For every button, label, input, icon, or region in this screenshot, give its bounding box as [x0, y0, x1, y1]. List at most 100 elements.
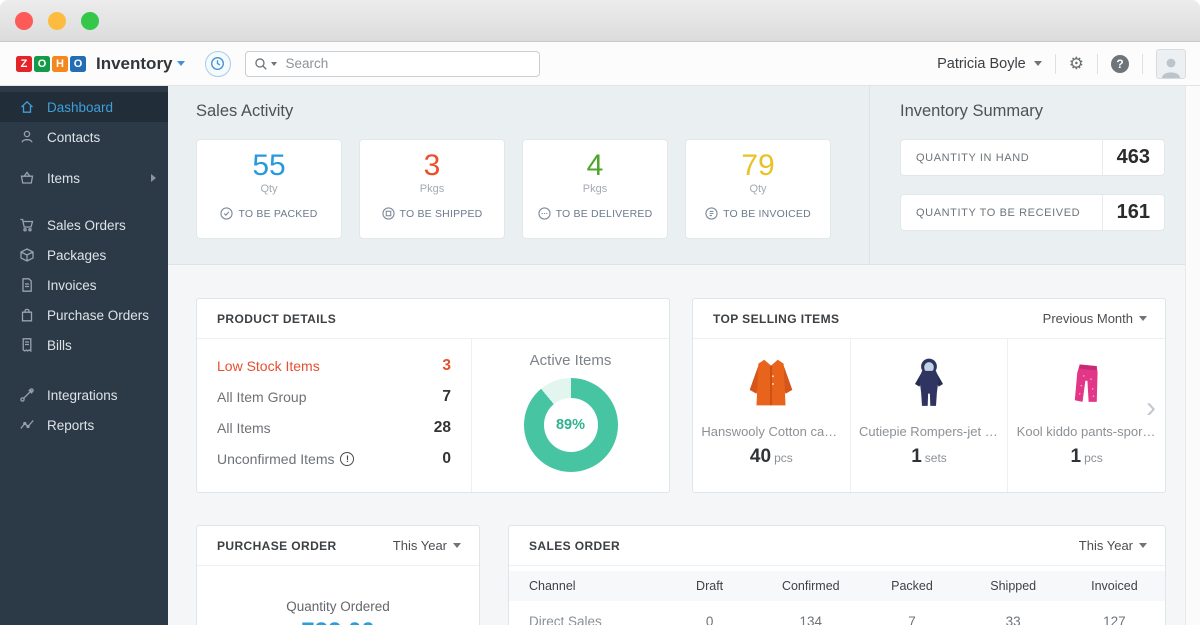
item-name: Kool kiddo pants-sport... — [1017, 424, 1157, 439]
sidebar-item-purchase-orders[interactable]: Purchase Orders — [0, 300, 168, 330]
inventory-summary-title: Inventory Summary — [900, 102, 1165, 121]
maximize-window-button[interactable] — [81, 12, 99, 30]
delivery-circle-icon — [538, 207, 551, 220]
card-label-row: TO BE INVOICED — [686, 207, 830, 220]
zoho-logo[interactable]: Z O H O — [16, 56, 88, 72]
minimize-window-button[interactable] — [48, 12, 66, 30]
logo-letter: H — [52, 56, 68, 72]
home-icon — [19, 99, 35, 115]
card-unit: Qty — [686, 183, 830, 195]
active-items-label: Active Items — [472, 352, 669, 369]
sidebar-item-dashboard[interactable]: Dashboard — [0, 92, 168, 122]
avatar[interactable] — [1156, 49, 1186, 79]
help-icon[interactable]: ? — [1111, 55, 1129, 73]
box-icon — [19, 247, 35, 263]
logo-letter: O — [70, 56, 86, 72]
table-row[interactable]: Direct Sales 0 134 7 33 127 — [509, 601, 1165, 625]
to-be-delivered-card[interactable]: 4 Pkgs TO BE DELIVERED — [522, 139, 668, 239]
sidebar-item-packages[interactable]: Packages — [0, 240, 168, 270]
chevron-down-icon — [1139, 316, 1147, 321]
sidebar-item-integrations[interactable]: Integrations — [0, 380, 168, 410]
to-be-packed-card[interactable]: 55 Qty TO BE PACKED — [196, 139, 342, 239]
divider — [1097, 54, 1098, 74]
unconfirmed-items-row[interactable]: Unconfirmed Items ! 0 — [217, 443, 451, 474]
basket-icon — [19, 170, 35, 186]
inventory-row-label: QUANTITY IN HAND — [916, 152, 1102, 164]
sidebar-item-reports[interactable]: Reports — [0, 410, 168, 440]
column-header: Confirmed — [760, 579, 861, 593]
person-icon — [19, 129, 35, 145]
sidebar-item-label: Sales Orders — [47, 218, 126, 233]
main-content: Sales Activity 55 Qty TO BE PACKED 3 — [168, 86, 1185, 625]
sidebar-item-label: Packages — [47, 248, 106, 263]
purchase-order-period-dropdown[interactable]: This Year — [393, 538, 461, 553]
low-stock-items-row[interactable]: Low Stock Items 3 — [217, 350, 451, 381]
top-selling-item[interactable]: Kool kiddo pants-sport... 1pcs — [1007, 339, 1165, 492]
info-icon[interactable]: ! — [340, 452, 354, 466]
top-selling-title: TOP SELLING ITEMS — [713, 312, 839, 326]
app-name: Inventory — [96, 54, 173, 74]
quantity-in-hand-row[interactable]: QUANTITY IN HAND 463 — [900, 139, 1165, 176]
sales-order-table-header: Channel Draft Confirmed Packed Shipped I… — [509, 571, 1165, 601]
all-item-group-row[interactable]: All Item Group 7 — [217, 381, 451, 412]
sidebar-item-label: Items — [47, 171, 80, 186]
search-input[interactable] — [245, 51, 540, 77]
sidebar-item-items[interactable]: Items — [0, 163, 168, 193]
donut-percent: 89% — [544, 398, 598, 452]
logo-letter: Z — [16, 56, 32, 72]
card-value: 3 — [360, 150, 504, 182]
sidebar-item-sales-orders[interactable]: Sales Orders — [0, 210, 168, 240]
sidebar-item-bills[interactable]: Bills — [0, 330, 168, 360]
item-quantity: 1sets — [911, 446, 947, 468]
sales-activity-title: Sales Activity — [196, 102, 869, 121]
card-value: 79 — [686, 150, 830, 182]
sales-order-period-dropdown[interactable]: This Year — [1079, 538, 1147, 553]
quantity-to-be-received-row[interactable]: QUANTITY TO BE RECEIVED 161 — [900, 194, 1165, 231]
top-selling-period-dropdown[interactable]: Previous Month — [1043, 311, 1147, 326]
product-details-panel: PRODUCT DETAILS Low Stock Items 3 All It… — [196, 298, 670, 493]
item-name: Cutiepie Rompers-jet b.. — [859, 424, 999, 439]
sidebar-item-contacts[interactable]: Contacts — [0, 122, 168, 152]
sidebar-item-label: Dashboard — [47, 100, 113, 115]
chevron-down-icon — [1139, 543, 1147, 548]
user-caret-icon[interactable] — [1034, 61, 1042, 66]
chevron-down-icon[interactable] — [177, 61, 185, 66]
card-unit: Qty — [197, 183, 341, 195]
sidebar-item-label: Integrations — [47, 388, 118, 403]
search-box — [245, 51, 540, 77]
cell-shipped: 33 — [963, 614, 1064, 625]
gear-icon[interactable]: ⚙ — [1069, 55, 1084, 72]
cart-icon — [19, 217, 35, 233]
recent-activity-icon[interactable] — [205, 51, 231, 77]
sales-activity-section: Sales Activity 55 Qty TO BE PACKED 3 — [168, 86, 870, 264]
user-menu[interactable]: Patricia Boyle — [937, 56, 1026, 72]
quantity-ordered-label: Quantity Ordered — [197, 599, 479, 614]
invoice-circle-icon — [705, 207, 718, 220]
top-selling-items-panel: TOP SELLING ITEMS Previous Month — [692, 298, 1166, 493]
item-name: Hanswooly Cotton cas... — [701, 424, 841, 439]
to-be-invoiced-card[interactable]: 79 Qty TO BE INVOICED — [685, 139, 831, 239]
sidebar-item-invoices[interactable]: Invoices — [0, 270, 168, 300]
quantity-ordered-value: 732.00 — [197, 618, 479, 625]
card-label-row: TO BE DELIVERED — [523, 207, 667, 220]
scrollbar[interactable] — [1185, 86, 1200, 625]
carousel-next-icon[interactable]: › — [1146, 393, 1156, 423]
chevron-down-icon — [453, 543, 461, 548]
row-label: All Item Group — [217, 389, 306, 405]
sidebar-item-label: Reports — [47, 418, 94, 433]
close-window-button[interactable] — [15, 12, 33, 30]
search-icon[interactable] — [254, 57, 277, 71]
check-circle-icon — [220, 207, 233, 220]
column-header: Packed — [861, 579, 962, 593]
row-label: Low Stock Items — [217, 358, 320, 374]
to-be-shipped-card[interactable]: 3 Pkgs TO BE SHIPPED — [359, 139, 505, 239]
column-header: Draft — [659, 579, 760, 593]
top-selling-item[interactable]: Cutiepie Rompers-jet b.. 1sets — [850, 339, 1008, 492]
card-label-row: TO BE PACKED — [197, 207, 341, 220]
search-scope-caret-icon[interactable] — [271, 62, 277, 66]
cell-channel: Direct Sales — [509, 614, 659, 625]
top-selling-item[interactable]: Hanswooly Cotton cas... 40pcs — [693, 339, 850, 492]
row-label: Unconfirmed Items ! — [217, 451, 354, 467]
inventory-row-label: QUANTITY TO BE RECEIVED — [916, 207, 1102, 219]
all-items-row[interactable]: All Items 28 — [217, 412, 451, 443]
